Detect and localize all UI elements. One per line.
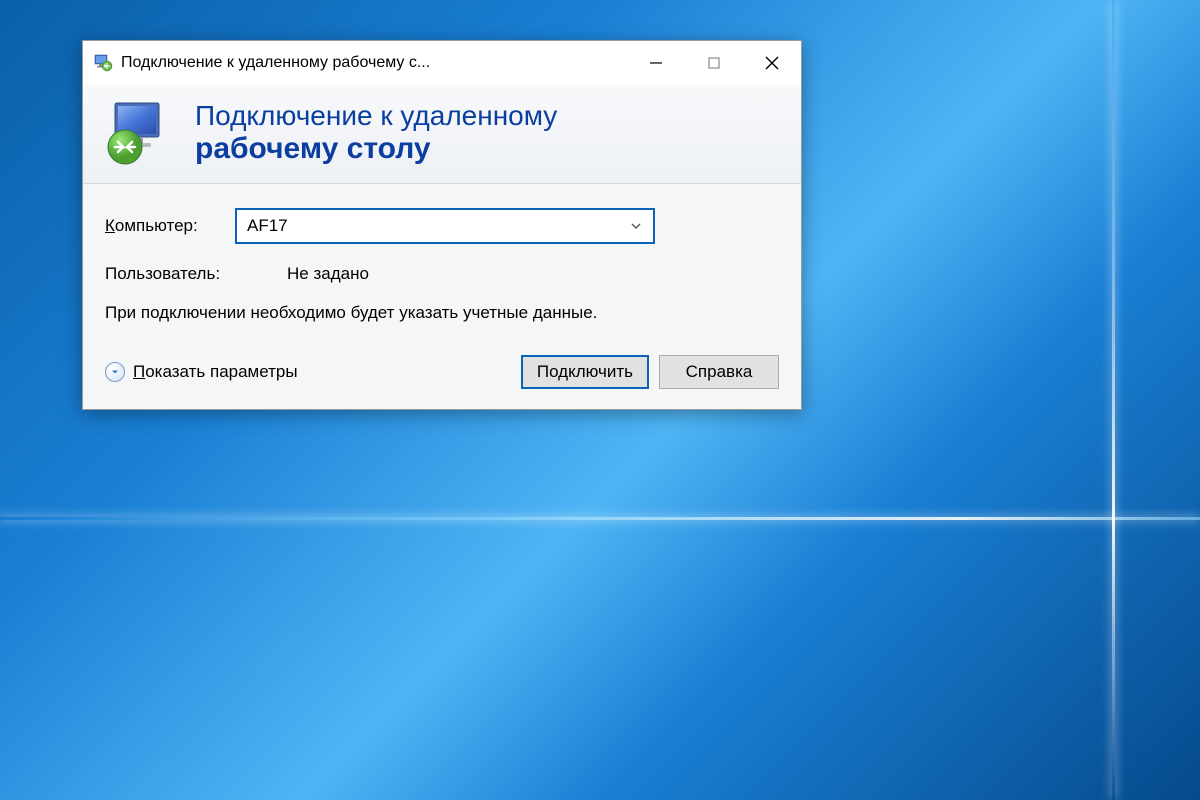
titlebar[interactable]: Подключение к удаленному рабочему с... <box>83 41 801 85</box>
rdp-icon <box>105 97 177 169</box>
computer-input[interactable] <box>247 216 629 236</box>
user-value: Не задано <box>287 264 369 284</box>
computer-combobox[interactable] <box>235 208 655 244</box>
help-button[interactable]: Справка <box>659 355 779 389</box>
expand-down-icon <box>105 362 125 382</box>
show-options-toggle[interactable]: Показать параметры <box>105 362 298 382</box>
user-field-row: Пользователь: Не задано <box>105 264 779 284</box>
dialog-footer: Показать параметры Подключить Справка <box>105 355 779 389</box>
maximize-button[interactable] <box>685 41 743 85</box>
banner-line2: рабочему столу <box>195 132 557 165</box>
app-icon <box>93 53 113 73</box>
banner-title: Подключение к удаленному рабочему столу <box>195 101 557 165</box>
close-icon <box>764 55 780 71</box>
show-options-label: Показать параметры <box>133 362 298 382</box>
user-label: Пользователь: <box>105 264 275 284</box>
close-button[interactable] <box>743 41 801 85</box>
banner-line1: Подключение к удаленному <box>195 101 557 132</box>
computer-field-row: Компьютер: <box>105 208 779 244</box>
minimize-icon <box>649 56 663 70</box>
maximize-icon <box>707 56 721 70</box>
connect-button[interactable]: Подключить <box>521 355 649 389</box>
chevron-down-icon[interactable] <box>629 219 643 233</box>
rdp-window: Подключение к удаленному рабочему с... <box>82 40 802 410</box>
window-title: Подключение к удаленному рабочему с... <box>121 54 627 72</box>
computer-label: Компьютер: <box>105 216 223 236</box>
minimize-button[interactable] <box>627 41 685 85</box>
credentials-info: При подключении необходимо будет указать… <box>105 302 635 325</box>
header-banner: Подключение к удаленному рабочему столу <box>83 85 801 184</box>
dialog-body: Компьютер: Пользователь: Не задано При п… <box>83 184 801 409</box>
window-controls <box>627 41 801 85</box>
